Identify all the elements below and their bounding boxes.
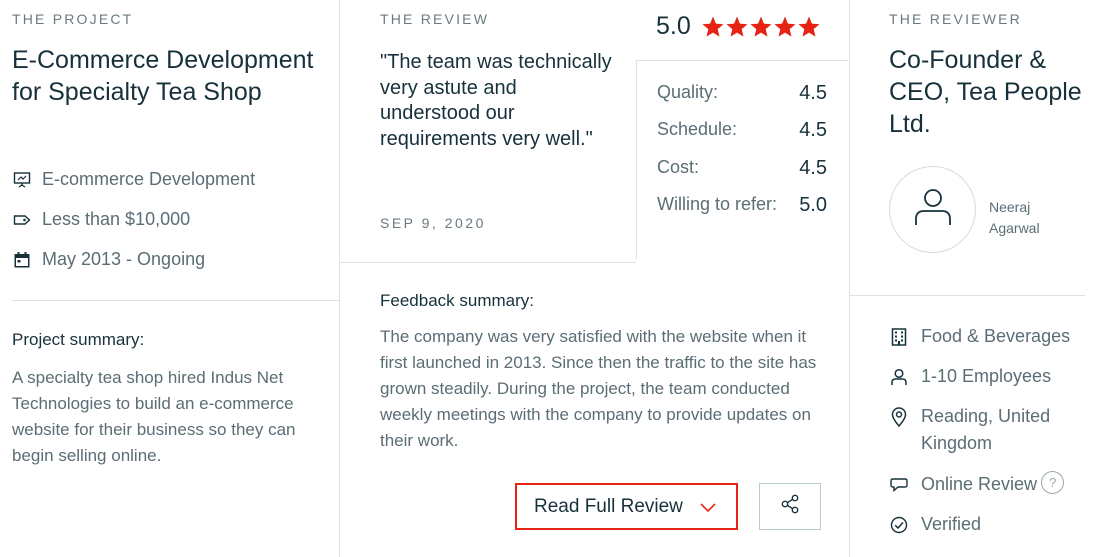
project-eyebrow: THE PROJECT [12, 11, 134, 27]
star-icon [701, 15, 725, 39]
review-date: SEP 9, 2020 [380, 215, 486, 231]
rating-value: 4.5 [799, 82, 827, 104]
rating-schedule: Schedule: 4.5 [657, 119, 827, 142]
project-budget: Less than $10,000 [12, 209, 190, 230]
rating-quality: Quality: 4.5 [657, 82, 827, 105]
project-title: E-Commerce Development for Specialty Tea… [12, 46, 314, 106]
project-summary-text: A specialty tea shop hired Indus Net Tec… [12, 368, 296, 465]
avatar [889, 166, 976, 253]
reviewer-company-size-text: 1-10 Employees [921, 366, 1052, 386]
rating-refer: Willing to refer: 5.0 [657, 194, 827, 217]
reviewer-industry-text: Food & Beverages [921, 326, 1071, 346]
reviewer-verified-text: Verified [921, 514, 982, 534]
reviewer-company-size: 1-10 Employees [889, 363, 1051, 390]
rating-cost: Cost: 4.5 [657, 157, 827, 180]
project-dates: May 2013 - Ongoing [12, 249, 205, 270]
reviewer-location: Reading, United Kingdom [889, 403, 1069, 457]
rating-label: Willing to refer: [657, 194, 778, 214]
rating-label: Schedule: [657, 119, 738, 139]
overall-rating: 5.0 [656, 12, 821, 41]
project-column: THE PROJECT E-Commerce Development for S… [0, 0, 340, 557]
read-full-review-button[interactable]: Read Full Review [515, 483, 738, 530]
reviewer-title: Co-Founder & CEO, Tea People Ltd. [889, 46, 1082, 138]
project-budget-text: Less than $10,000 [42, 209, 191, 229]
review-quote: "The team was technically very astute an… [380, 51, 612, 150]
reviewer-location-text: Reading, United Kingdom [921, 406, 1051, 453]
calendar-icon [12, 250, 32, 270]
project-dates-text: May 2013 - Ongoing [42, 249, 206, 269]
reviewer-column: THE REVIEWER Co-Founder & CEO, Tea Peopl… [850, 0, 1099, 557]
review-eyebrow: THE REVIEW [380, 11, 490, 27]
rating-value: 5.0 [799, 194, 827, 216]
reviewer-verified: Verified [889, 511, 981, 538]
ratings-breakdown: Quality: 4.5 Schedule: 4.5 Cost: 4.5 Wil… [636, 60, 848, 260]
divider [850, 295, 1085, 296]
overall-rating-value: 5.0 [656, 12, 691, 40]
project-service: E-commerce Development [12, 169, 255, 190]
chevron-down-icon [698, 497, 718, 523]
user-icon [911, 185, 955, 234]
star-icon [773, 15, 797, 39]
rating-label: Quality: [657, 82, 719, 102]
rating-value: 4.5 [799, 157, 827, 179]
share-icon [779, 493, 801, 520]
chat-bubble-icon [889, 471, 909, 498]
star-icon [725, 15, 749, 39]
divider [340, 262, 636, 263]
feedback-summary-heading: Feedback summary: [380, 291, 534, 310]
reviewer-eyebrow: THE REVIEWER [889, 11, 1022, 27]
rating-value: 4.5 [799, 119, 827, 141]
star-icon [749, 15, 773, 39]
person-icon [889, 363, 909, 390]
reviewer-review-type: Online Review ? [889, 471, 1065, 498]
price-tag-icon [12, 210, 32, 230]
share-button[interactable] [759, 483, 821, 530]
rating-label: Cost: [657, 157, 700, 177]
help-icon[interactable]: ? [1041, 471, 1065, 494]
check-circle-icon [889, 511, 909, 538]
presentation-icon [12, 170, 32, 190]
reviewer-review-type-text: Online Review [921, 474, 1038, 494]
star-rating [701, 15, 821, 39]
building-icon [889, 323, 909, 350]
project-service-text: E-commerce Development [42, 169, 256, 189]
project-summary-heading: Project summary: [12, 330, 145, 349]
location-pin-icon [889, 403, 909, 430]
feedback-summary-text: The company was very satisfied with the … [380, 327, 817, 450]
reviewer-industry: Food & Beverages [889, 323, 1070, 350]
review-column: THE REVIEW "The team was technically ver… [340, 0, 850, 557]
reviewer-name: Neeraj Agarwal [989, 199, 1040, 236]
read-full-review-label: Read Full Review [534, 495, 683, 517]
star-icon [797, 15, 821, 39]
divider [12, 300, 339, 301]
